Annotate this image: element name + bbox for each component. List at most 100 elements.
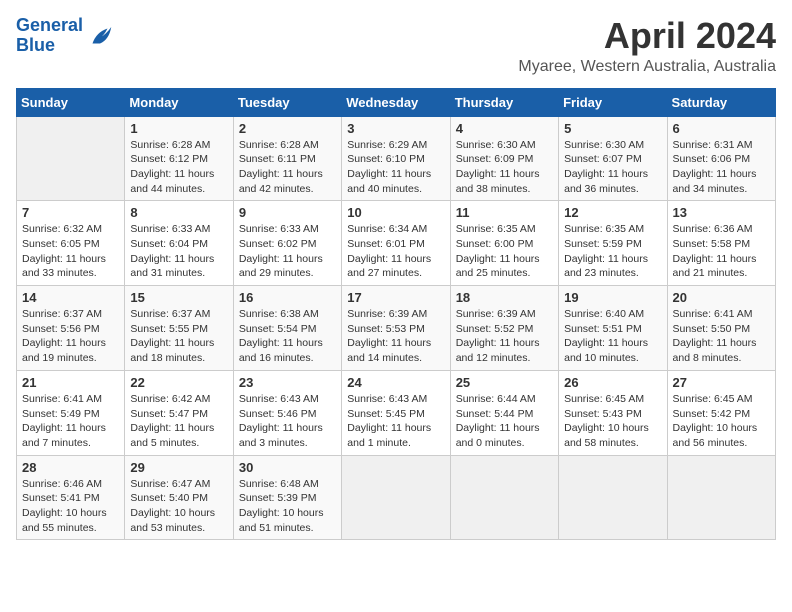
day-number: 30: [239, 460, 336, 475]
day-info: Sunrise: 6:37 AM Sunset: 5:56 PM Dayligh…: [22, 307, 119, 366]
day-number: 26: [564, 375, 661, 390]
header-cell-thursday: Thursday: [450, 88, 558, 116]
day-info: Sunrise: 6:30 AM Sunset: 6:07 PM Dayligh…: [564, 138, 661, 197]
location-subtitle: Myaree, Western Australia, Australia: [518, 58, 776, 76]
calendar-cell: 17 Sunrise: 6:39 AM Sunset: 5:53 PM Dayli…: [342, 286, 450, 371]
day-info: Sunrise: 6:41 AM Sunset: 5:50 PM Dayligh…: [673, 307, 770, 366]
day-info: Sunrise: 6:32 AM Sunset: 6:05 PM Dayligh…: [22, 222, 119, 281]
day-number: 9: [239, 205, 336, 220]
calendar-cell: 29 Sunrise: 6:47 AM Sunset: 5:40 PM Dayli…: [125, 455, 233, 540]
day-info: Sunrise: 6:33 AM Sunset: 6:02 PM Dayligh…: [239, 222, 336, 281]
day-number: 15: [130, 290, 227, 305]
day-info: Sunrise: 6:35 AM Sunset: 6:00 PM Dayligh…: [456, 222, 553, 281]
day-info: Sunrise: 6:45 AM Sunset: 5:42 PM Dayligh…: [673, 392, 770, 451]
day-info: Sunrise: 6:33 AM Sunset: 6:04 PM Dayligh…: [130, 222, 227, 281]
calendar-cell: 10 Sunrise: 6:34 AM Sunset: 6:01 PM Dayli…: [342, 201, 450, 286]
calendar-cell: 13 Sunrise: 6:36 AM Sunset: 5:58 PM Dayli…: [667, 201, 775, 286]
day-info: Sunrise: 6:46 AM Sunset: 5:41 PM Dayligh…: [22, 477, 119, 536]
page-header: GeneralBlue April 2024 Myaree, Western A…: [16, 16, 776, 76]
day-info: Sunrise: 6:30 AM Sunset: 6:09 PM Dayligh…: [456, 138, 553, 197]
day-number: 19: [564, 290, 661, 305]
day-info: Sunrise: 6:43 AM Sunset: 5:45 PM Dayligh…: [347, 392, 444, 451]
calendar-week-1: 1 Sunrise: 6:28 AM Sunset: 6:12 PM Daylig…: [17, 116, 776, 201]
calendar-cell: 24 Sunrise: 6:43 AM Sunset: 5:45 PM Dayli…: [342, 370, 450, 455]
calendar-cell: 4 Sunrise: 6:30 AM Sunset: 6:09 PM Daylig…: [450, 116, 558, 201]
day-number: 28: [22, 460, 119, 475]
calendar-cell: 21Sunrise: 6:41 AM Sunset: 5:49 PM Dayli…: [17, 370, 125, 455]
calendar-cell: 6Sunrise: 6:31 AM Sunset: 6:06 PM Daylig…: [667, 116, 775, 201]
day-number: 4: [456, 121, 553, 136]
calendar-cell: 30 Sunrise: 6:48 AM Sunset: 5:39 PM Dayli…: [233, 455, 341, 540]
day-number: 22: [130, 375, 227, 390]
calendar-cell: 16Sunrise: 6:38 AM Sunset: 5:54 PM Dayli…: [233, 286, 341, 371]
day-number: 23: [239, 375, 336, 390]
day-number: 13: [673, 205, 770, 220]
day-info: Sunrise: 6:40 AM Sunset: 5:51 PM Dayligh…: [564, 307, 661, 366]
calendar-cell: 12Sunrise: 6:35 AM Sunset: 5:59 PM Dayli…: [559, 201, 667, 286]
day-info: Sunrise: 6:28 AM Sunset: 6:12 PM Dayligh…: [130, 138, 227, 197]
day-number: 14: [22, 290, 119, 305]
day-number: 17: [347, 290, 444, 305]
calendar-cell: 22 Sunrise: 6:42 AM Sunset: 5:47 PM Dayli…: [125, 370, 233, 455]
day-number: 11: [456, 205, 553, 220]
day-info: Sunrise: 6:43 AM Sunset: 5:46 PM Dayligh…: [239, 392, 336, 451]
day-info: Sunrise: 6:36 AM Sunset: 5:58 PM Dayligh…: [673, 222, 770, 281]
header-cell-monday: Monday: [125, 88, 233, 116]
day-number: 2: [239, 121, 336, 136]
day-number: 8: [130, 205, 227, 220]
day-info: Sunrise: 6:48 AM Sunset: 5:39 PM Dayligh…: [239, 477, 336, 536]
calendar-cell: 3 Sunrise: 6:29 AM Sunset: 6:10 PM Daylig…: [342, 116, 450, 201]
day-info: Sunrise: 6:34 AM Sunset: 6:01 PM Dayligh…: [347, 222, 444, 281]
day-number: 3: [347, 121, 444, 136]
month-title: April 2024: [518, 16, 776, 56]
day-info: Sunrise: 6:28 AM Sunset: 6:11 PM Dayligh…: [239, 138, 336, 197]
calendar-cell: 25Sunrise: 6:44 AM Sunset: 5:44 PM Dayli…: [450, 370, 558, 455]
day-number: 7: [22, 205, 119, 220]
day-info: Sunrise: 6:42 AM Sunset: 5:47 PM Dayligh…: [130, 392, 227, 451]
calendar-cell: 28 Sunrise: 6:46 AM Sunset: 5:41 PM Dayli…: [17, 455, 125, 540]
calendar-week-3: 14 Sunrise: 6:37 AM Sunset: 5:56 PM Dayli…: [17, 286, 776, 371]
day-number: 20: [673, 290, 770, 305]
day-number: 18: [456, 290, 553, 305]
calendar-cell: [667, 455, 775, 540]
day-number: 12: [564, 205, 661, 220]
day-number: 25: [456, 375, 553, 390]
title-block: April 2024 Myaree, Western Australia, Au…: [518, 16, 776, 76]
day-number: 29: [130, 460, 227, 475]
header-cell-saturday: Saturday: [667, 88, 775, 116]
logo: GeneralBlue: [16, 16, 115, 56]
day-info: Sunrise: 6:41 AM Sunset: 5:49 PM Dayligh…: [22, 392, 119, 451]
day-info: Sunrise: 6:39 AM Sunset: 5:53 PM Dayligh…: [347, 307, 444, 366]
calendar-cell: 23 Sunrise: 6:43 AM Sunset: 5:46 PM Dayli…: [233, 370, 341, 455]
calendar-cell: 19 Sunrise: 6:40 AM Sunset: 5:51 PM Dayli…: [559, 286, 667, 371]
header-cell-tuesday: Tuesday: [233, 88, 341, 116]
logo-text: GeneralBlue: [16, 16, 83, 56]
calendar-cell: 7 Sunrise: 6:32 AM Sunset: 6:05 PM Daylig…: [17, 201, 125, 286]
day-info: Sunrise: 6:29 AM Sunset: 6:10 PM Dayligh…: [347, 138, 444, 197]
logo-bird-icon: [85, 21, 115, 51]
calendar-cell: [559, 455, 667, 540]
header-cell-friday: Friday: [559, 88, 667, 116]
day-info: Sunrise: 6:37 AM Sunset: 5:55 PM Dayligh…: [130, 307, 227, 366]
calendar-cell: [342, 455, 450, 540]
calendar-cell: 26Sunrise: 6:45 AM Sunset: 5:43 PM Dayli…: [559, 370, 667, 455]
calendar-week-4: 21Sunrise: 6:41 AM Sunset: 5:49 PM Dayli…: [17, 370, 776, 455]
calendar-cell: 5 Sunrise: 6:30 AM Sunset: 6:07 PM Daylig…: [559, 116, 667, 201]
day-number: 24: [347, 375, 444, 390]
day-number: 16: [239, 290, 336, 305]
calendar-cell: 8 Sunrise: 6:33 AM Sunset: 6:04 PM Daylig…: [125, 201, 233, 286]
calendar-cell: 18 Sunrise: 6:39 AM Sunset: 5:52 PM Dayli…: [450, 286, 558, 371]
day-info: Sunrise: 6:39 AM Sunset: 5:52 PM Dayligh…: [456, 307, 553, 366]
day-number: 10: [347, 205, 444, 220]
calendar-cell: 11 Sunrise: 6:35 AM Sunset: 6:00 PM Dayli…: [450, 201, 558, 286]
header-row: SundayMondayTuesdayWednesdayThursdayFrid…: [17, 88, 776, 116]
day-number: 5: [564, 121, 661, 136]
calendar-cell: 2 Sunrise: 6:28 AM Sunset: 6:11 PM Daylig…: [233, 116, 341, 201]
calendar-cell: [450, 455, 558, 540]
day-number: 1: [130, 121, 227, 136]
header-cell-sunday: Sunday: [17, 88, 125, 116]
day-info: Sunrise: 6:47 AM Sunset: 5:40 PM Dayligh…: [130, 477, 227, 536]
calendar-table: SundayMondayTuesdayWednesdayThursdayFrid…: [16, 88, 776, 541]
day-info: Sunrise: 6:31 AM Sunset: 6:06 PM Dayligh…: [673, 138, 770, 197]
calendar-cell: 15 Sunrise: 6:37 AM Sunset: 5:55 PM Dayli…: [125, 286, 233, 371]
